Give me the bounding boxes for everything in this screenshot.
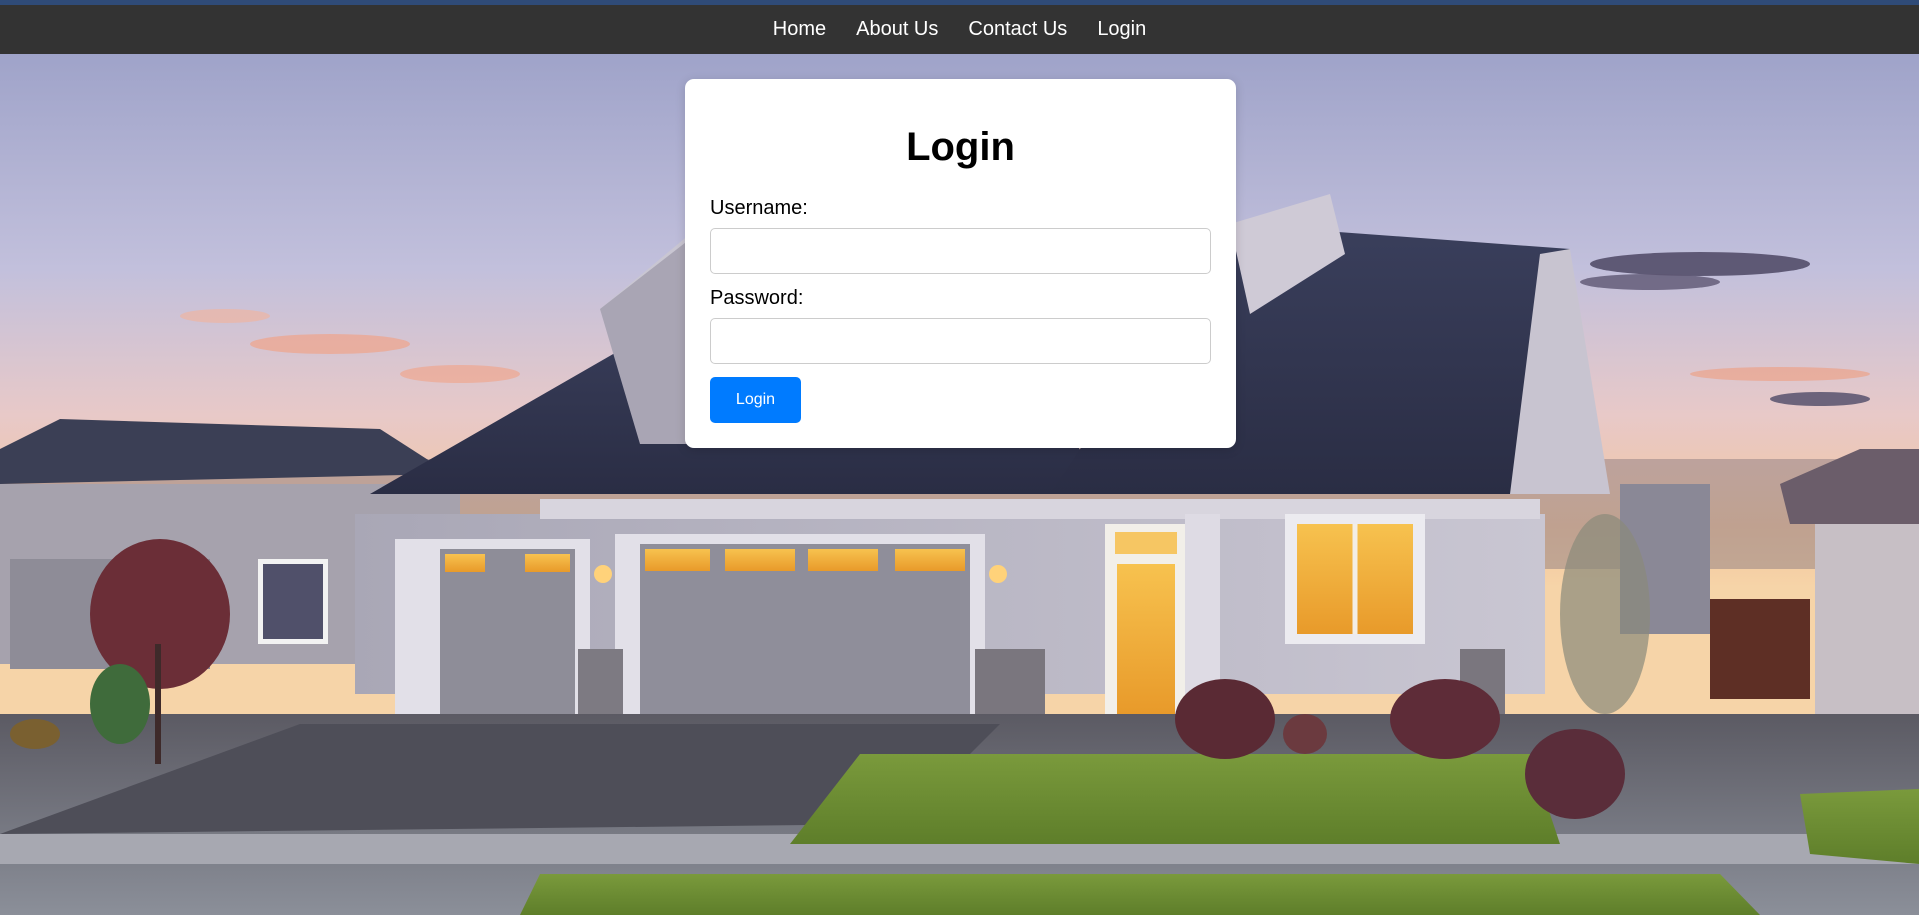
password-input[interactable] — [710, 318, 1211, 364]
login-title: Login — [906, 125, 1015, 169]
nav-about-us-link[interactable]: About Us — [856, 18, 938, 41]
login-submit-button[interactable]: Login — [710, 377, 801, 423]
nav-contact-us-link[interactable]: Contact Us — [968, 18, 1067, 41]
nav-home-link[interactable]: Home — [773, 18, 826, 41]
navbar: Home About Us Contact Us Login — [0, 5, 1919, 54]
username-input[interactable] — [710, 228, 1211, 274]
password-label: Password: — [710, 287, 804, 309]
nav-login-link[interactable]: Login — [1097, 18, 1146, 41]
username-label: Username: — [710, 197, 808, 219]
login-card: Login Username: Password: Login — [685, 79, 1236, 448]
